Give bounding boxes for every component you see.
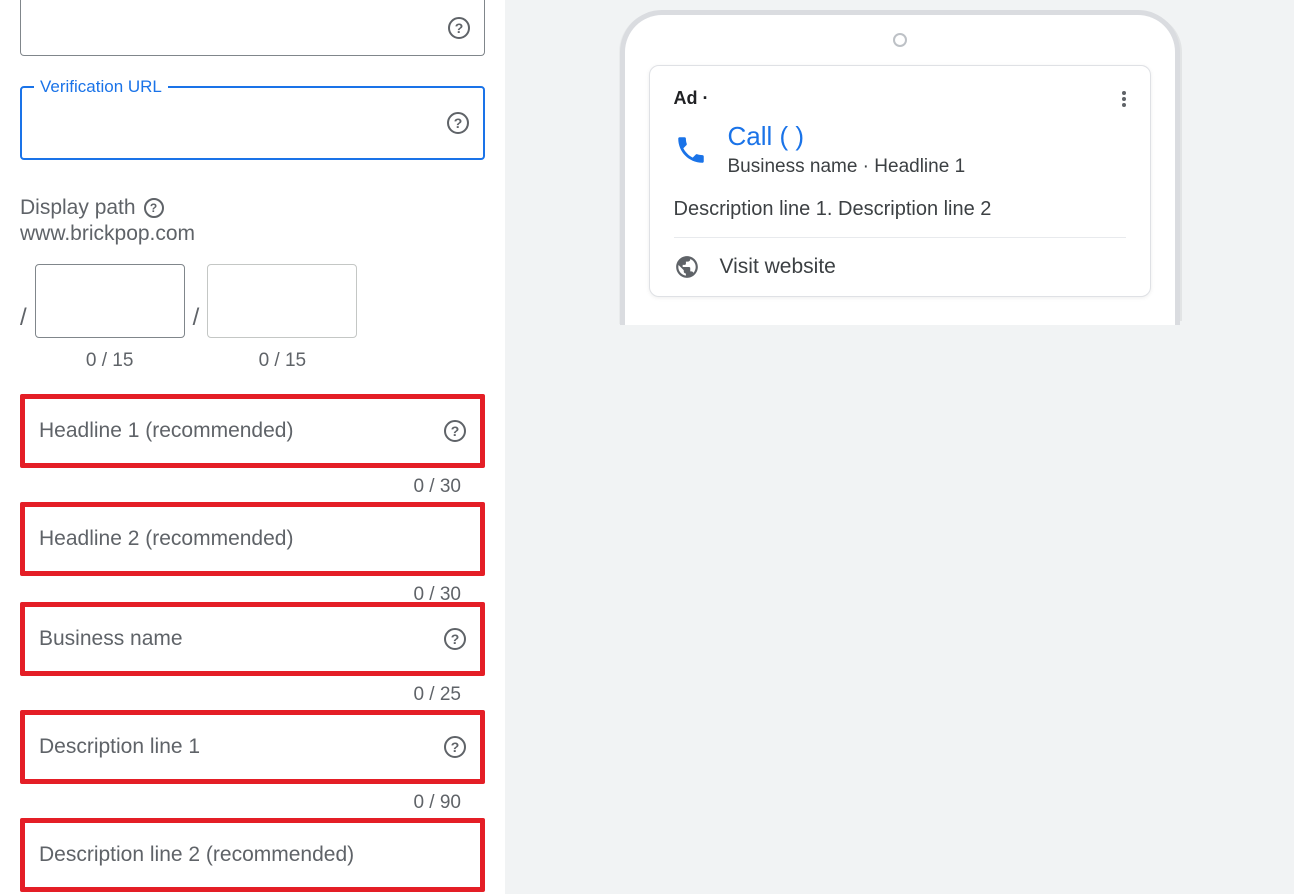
- ad-preview-card: Ad · Call ( ) Business name · Headline 1…: [649, 65, 1151, 297]
- path1-input[interactable]: [35, 264, 185, 338]
- slash-2: /: [193, 304, 200, 332]
- help-icon[interactable]: [444, 736, 466, 758]
- ad-description: Description line 1. Description line 2: [674, 198, 1126, 238]
- headline2-field[interactable]: [25, 507, 480, 571]
- more-icon[interactable]: [1122, 91, 1126, 107]
- globe-icon: [674, 254, 700, 280]
- help-icon[interactable]: [447, 112, 469, 134]
- headline1-input[interactable]: [39, 419, 444, 443]
- path-row: / 0 / 15 / 0 / 15: [20, 264, 485, 372]
- description1-counter: 0 / 90: [20, 792, 485, 814]
- business-name-counter: 0 / 25: [20, 684, 485, 706]
- headline2-input[interactable]: [39, 527, 466, 551]
- description1-highlight: [20, 710, 485, 784]
- ad-subline: Business name · Headline 1: [728, 156, 966, 178]
- phone-frame: Ad · Call ( ) Business name · Headline 1…: [620, 10, 1180, 325]
- description2-field[interactable]: [25, 823, 480, 887]
- path2-input[interactable]: [207, 264, 357, 338]
- visit-website-label: Visit website: [720, 255, 836, 279]
- business-name-input[interactable]: [39, 627, 444, 651]
- headline1-field[interactable]: [25, 399, 480, 463]
- description1-field[interactable]: [25, 715, 480, 779]
- headline1-highlight: [20, 394, 485, 468]
- ad-badge: Ad ·: [674, 88, 709, 109]
- display-path-text: Display path: [20, 196, 136, 220]
- help-icon[interactable]: [144, 198, 164, 218]
- description2-input[interactable]: [39, 843, 466, 867]
- display-path-label: Display path: [20, 196, 485, 220]
- visit-website-row[interactable]: Visit website: [674, 254, 1126, 280]
- slash-1: /: [20, 304, 27, 332]
- verification-url-label: Verification URL: [34, 77, 168, 97]
- form-panel: Verification URL Display path www.brickp…: [0, 0, 505, 894]
- description1-input[interactable]: [39, 735, 444, 759]
- path1-counter: 0 / 15: [86, 350, 134, 372]
- help-icon[interactable]: [448, 17, 470, 39]
- help-icon[interactable]: [444, 628, 466, 650]
- preview-panel: Ad · Call ( ) Business name · Headline 1…: [505, 0, 1294, 894]
- base-url: www.brickpop.com: [20, 222, 485, 246]
- phone-icon: [674, 133, 708, 167]
- path2-counter: 0 / 15: [259, 350, 307, 372]
- verification-url-input[interactable]: [36, 111, 447, 135]
- business-name-highlight: [20, 602, 485, 676]
- verification-url-field[interactable]: Verification URL: [20, 86, 485, 160]
- headline1-counter: 0 / 30: [20, 476, 485, 498]
- description2-highlight: [20, 818, 485, 892]
- headline2-highlight: [20, 502, 485, 576]
- top-field[interactable]: [20, 0, 485, 56]
- call-title: Call ( ): [728, 121, 966, 152]
- business-name-field[interactable]: [25, 607, 480, 671]
- phone-speaker: [893, 33, 907, 47]
- help-icon[interactable]: [444, 420, 466, 442]
